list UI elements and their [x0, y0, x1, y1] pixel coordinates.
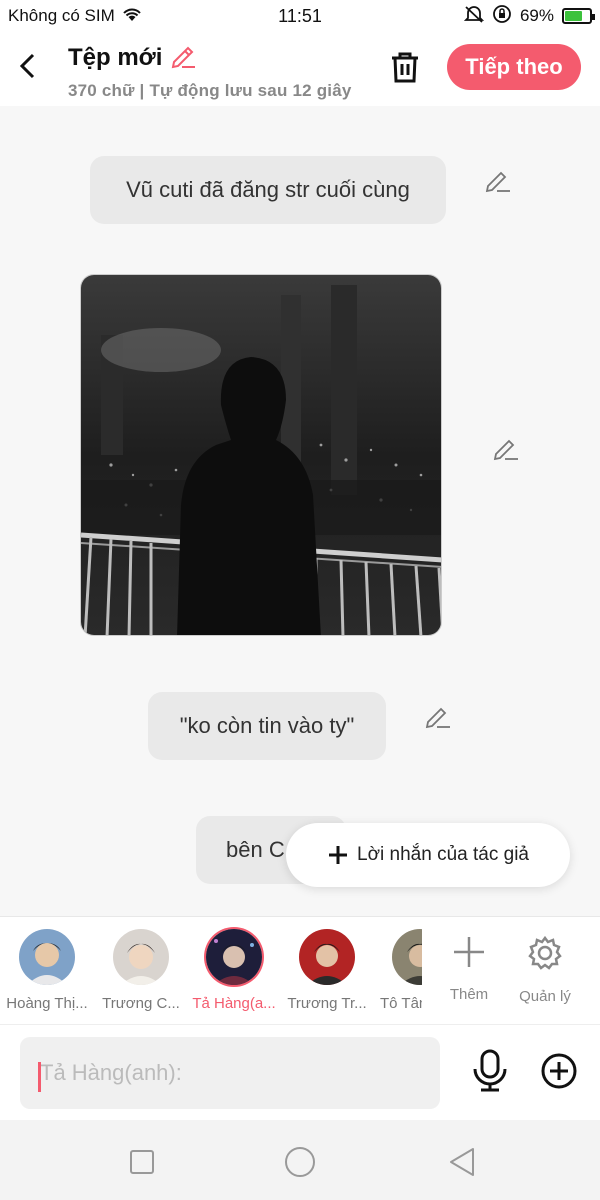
square-icon: [130, 1150, 154, 1174]
message-bubble[interactable]: "ko còn tin vào ty": [148, 692, 386, 760]
character-item[interactable]: Tả Hàng(a...: [189, 929, 279, 1012]
plus-circle-icon: [541, 1053, 577, 1089]
author-note-button[interactable]: Lời nhắn của tác giả: [286, 823, 570, 887]
edit-message-icon[interactable]: [492, 434, 520, 462]
system-back-button[interactable]: [444, 1144, 480, 1180]
header: Tệp mới 370 chữ | Tự động lưu sau 12 giâ…: [0, 32, 600, 106]
page-title: Tệp mới: [68, 43, 163, 71]
next-button[interactable]: Tiếp theo: [447, 44, 581, 90]
delete-button[interactable]: [386, 48, 424, 86]
avatar: [299, 929, 355, 985]
author-note-label: Lời nhắn của tác giả: [357, 844, 529, 865]
back-arrow-icon: [19, 53, 35, 79]
microphone-icon: [473, 1049, 507, 1092]
trash-icon: [392, 52, 418, 83]
edit-title-icon[interactable]: [168, 40, 198, 75]
character-item[interactable]: Trương C...: [96, 929, 186, 1012]
manage-button[interactable]: Quản lý: [510, 935, 580, 1005]
text-caret: [38, 1062, 41, 1092]
character-item[interactable]: Tô Tân: [362, 929, 422, 1012]
message-input[interactable]: [20, 1037, 440, 1109]
battery-icon: [562, 8, 595, 24]
character-name: Tô Tân: [380, 995, 422, 1012]
add-label: Thêm: [449, 986, 489, 1003]
title-area: Tệp mới 370 chữ | Tự động lưu sau 12 giâ…: [68, 40, 352, 101]
avatar: [206, 929, 262, 985]
night-city-photo: [81, 275, 441, 635]
system-nav-bar: [0, 1120, 600, 1200]
character-name: Hoàng Thị...: [6, 995, 88, 1012]
status-bar: Không có SIM 11:51 69%: [0, 0, 600, 32]
add-content-button[interactable]: [540, 1052, 578, 1090]
message-bubble[interactable]: Vũ cuti đã đăng str cuối cùng: [90, 156, 446, 224]
edit-message-icon[interactable]: [424, 702, 452, 730]
back-button[interactable]: [10, 46, 46, 86]
input-area: [0, 1024, 600, 1120]
character-name-selected: Tả Hàng(a...: [192, 995, 276, 1012]
title-row: Tệp mới: [68, 40, 352, 75]
message-image[interactable]: [80, 274, 442, 636]
plus-icon: [454, 937, 484, 967]
recent-apps-button[interactable]: [124, 1144, 160, 1180]
voice-input-button[interactable]: [470, 1048, 510, 1092]
triangle-back-icon: [450, 1148, 474, 1176]
edit-message-icon[interactable]: [484, 166, 512, 194]
character-item[interactable]: Hoàng Thị...: [2, 929, 92, 1012]
add-character-button[interactable]: Thêm: [434, 935, 504, 1003]
avatar: [392, 929, 422, 985]
word-count-autosave: 370 chữ | Tự động lưu sau 12 giây: [68, 81, 352, 100]
character-bar: Hoàng Thị... Trương C... Tả Hàng(a... Tr…: [0, 916, 600, 1024]
character-name: Trương Tr...: [287, 995, 367, 1012]
character-name: Trương C...: [102, 995, 180, 1012]
plus-icon: [329, 846, 348, 864]
status-time: 11:51: [278, 5, 322, 26]
battery-fill: [565, 11, 582, 21]
character-item[interactable]: Trương Tr...: [282, 929, 372, 1012]
avatar: [19, 929, 75, 985]
circle-icon: [285, 1147, 315, 1177]
home-button[interactable]: [282, 1144, 318, 1180]
gear-icon: [528, 935, 562, 970]
manage-label: Quản lý: [519, 988, 571, 1005]
avatar: [113, 929, 169, 985]
